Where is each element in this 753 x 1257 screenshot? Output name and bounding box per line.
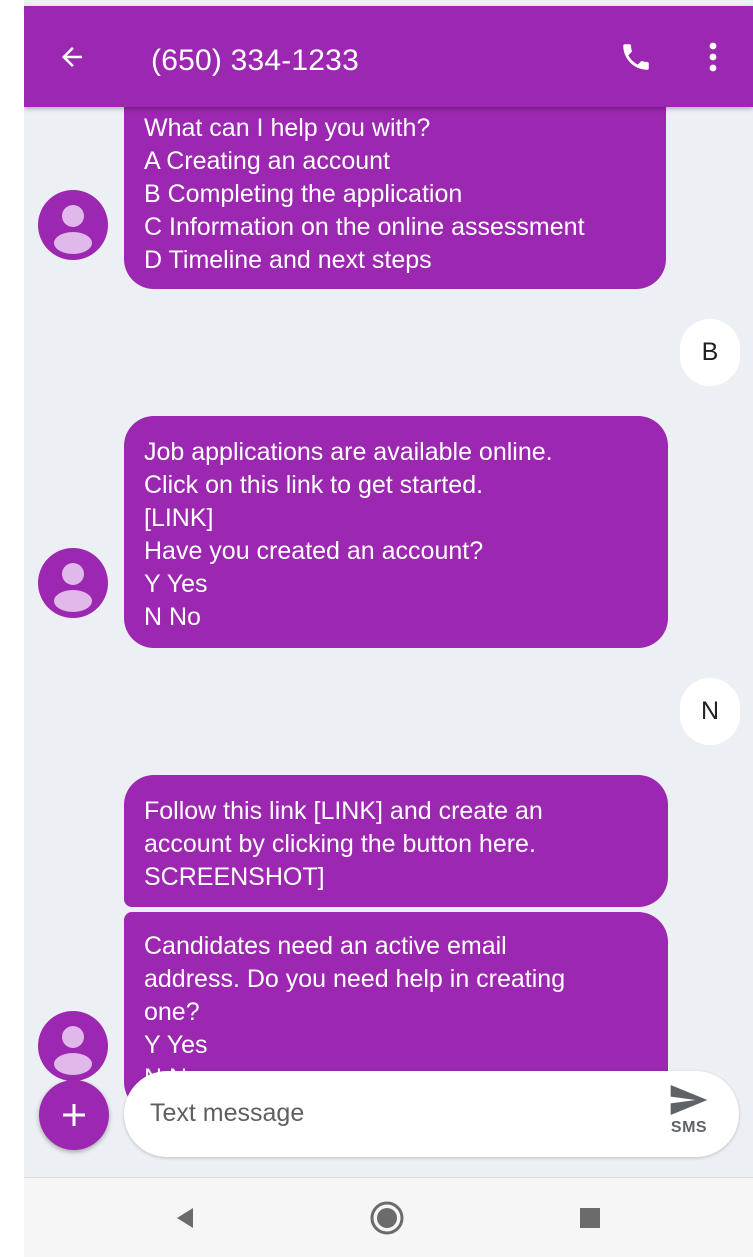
back-button[interactable] (54, 39, 90, 75)
message-line: What can I help you with? (144, 114, 431, 142)
message-line: Follow this link [LINK] and create an (144, 797, 543, 825)
message-line: C Information on the online assessment (144, 213, 585, 241)
incoming-message[interactable]: What can I help you with? A Creating an … (124, 80, 666, 289)
send-label: SMS (670, 1119, 708, 1136)
phone-icon (623, 44, 649, 70)
nav-back-button[interactable] (166, 1198, 206, 1238)
square-recents-icon (580, 1208, 600, 1228)
conversation[interactable]: What can I help you with? A Creating an … (24, 0, 753, 1170)
nav-recents-button[interactable] (570, 1198, 610, 1238)
triangle-back-icon (177, 1208, 193, 1228)
outgoing-message[interactable]: B (680, 319, 740, 386)
contact-avatar[interactable] (38, 190, 108, 260)
message-line: Have you created an account? (144, 537, 484, 565)
add-attachment-button[interactable] (39, 1080, 109, 1150)
message-line: Y Yes (144, 570, 208, 598)
message-input[interactable] (150, 1093, 630, 1133)
person-icon (54, 563, 92, 612)
message-text: N (700, 697, 720, 725)
send-sms-button[interactable]: SMS (654, 1083, 724, 1149)
message-line: Job applications are available online. (144, 438, 553, 466)
message-line: A Creating an account (144, 147, 390, 175)
message-line: Candidates need an active email (144, 932, 507, 960)
message-line: Click on this link to get started. (144, 471, 484, 499)
more-vert-icon (709, 42, 717, 72)
person-icon (54, 205, 92, 254)
outgoing-message[interactable]: N (680, 678, 740, 745)
messaging-screen: What can I help you with? A Creating an … (24, 0, 753, 1257)
call-button[interactable] (618, 39, 654, 75)
message-line: one? (144, 998, 200, 1026)
send-icon (670, 1085, 708, 1115)
incoming-message[interactable]: Follow this link [LINK] and create an ac… (124, 775, 668, 907)
message-line: N No (144, 603, 201, 631)
message-text: B (701, 338, 719, 366)
circle-home-icon (370, 1201, 404, 1235)
contact-avatar[interactable] (38, 548, 108, 618)
message-line: SCREENSHOT] (144, 863, 325, 891)
more-options-button[interactable] (699, 39, 727, 75)
arrow-left-icon (62, 47, 82, 67)
message-composer: SMS (124, 1071, 739, 1157)
conversation-title: (650) 334-1233 (151, 44, 359, 77)
incoming-message[interactable]: Job applications are available online. C… (124, 416, 668, 648)
message-line: B Completing the application (144, 180, 463, 208)
system-navigation-bar (24, 1177, 753, 1257)
message-line: D Timeline and next steps (144, 246, 432, 274)
message-line: [LINK] (144, 504, 214, 532)
nav-home-button[interactable] (367, 1198, 407, 1238)
message-line: address. Do you need help in creating (144, 965, 566, 993)
message-line: Y Yes (144, 1031, 208, 1059)
person-icon (54, 1026, 92, 1075)
contact-avatar[interactable] (38, 1011, 108, 1081)
app-bar: (650) 334-1233 (24, 6, 753, 107)
message-line: account by clicking the button here. (144, 830, 536, 858)
plus-icon (63, 1104, 85, 1126)
